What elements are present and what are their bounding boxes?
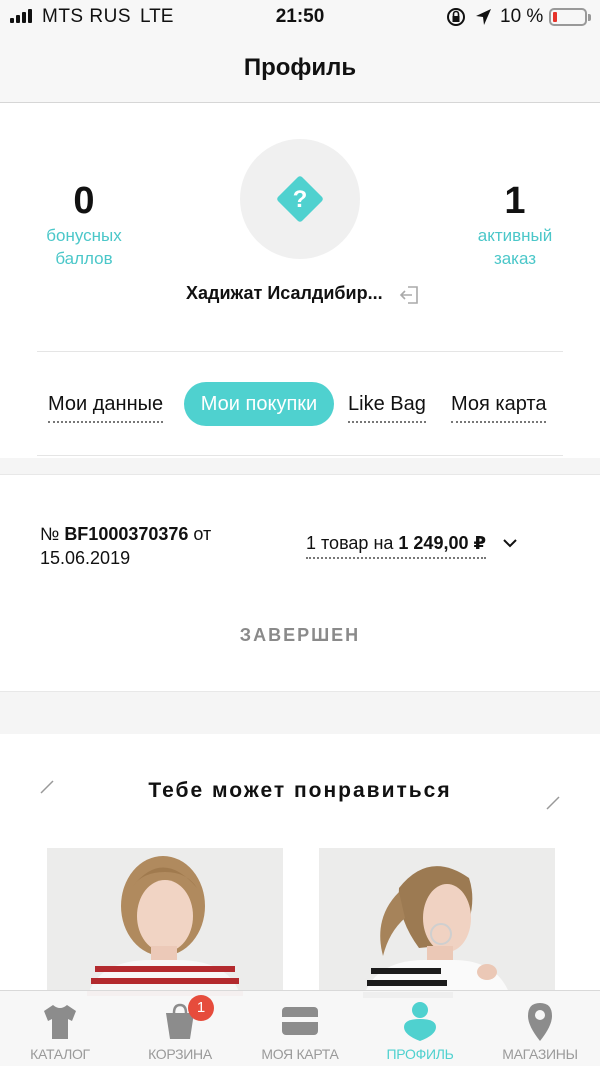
decorative-slash-icon xyxy=(546,796,560,810)
product-image xyxy=(319,848,555,998)
tab-my-card[interactable]: МОЯ КАРТА xyxy=(240,991,360,1066)
divider xyxy=(37,455,563,456)
profile-section: 0 бонусных баллов ? 1 активный заказ Хад… xyxy=(0,103,600,458)
tab-label: КОРЗИНА xyxy=(120,1046,240,1062)
card-icon xyxy=(280,999,320,1043)
avatar[interactable]: ? xyxy=(240,139,360,259)
bottom-tab-bar: КАТАЛОГ 1 КОРЗИНА МОЯ КАРТА ПРОФИЛЬ МАГА… xyxy=(0,990,600,1066)
chevron-down-icon[interactable] xyxy=(502,537,518,549)
order-number: № BF1000370376 от 15.06.2019 xyxy=(40,522,270,570)
tab-like-bag[interactable]: Like Bag xyxy=(348,382,426,426)
bonus-points[interactable]: 0 бонусных баллов xyxy=(24,181,144,270)
profile-tabs: Мои данные Мои покупки Like Bag Моя карт… xyxy=(0,382,600,426)
shirt-icon xyxy=(40,999,80,1043)
question-diamond-icon: ? xyxy=(272,171,328,227)
logout-icon[interactable] xyxy=(398,284,420,306)
tab-label: ПРОФИЛЬ xyxy=(360,1046,480,1062)
rotation-lock-icon xyxy=(446,7,466,27)
bonus-label: бонусных баллов xyxy=(24,224,144,270)
tab-catalog[interactable]: КАТАЛОГ xyxy=(0,991,120,1066)
tab-my-purchases[interactable]: Мои покупки xyxy=(184,382,334,426)
product-image xyxy=(47,848,283,998)
order-summary[interactable]: 1 товар на 1 249,00 ₽ xyxy=(306,533,486,559)
tab-my-data[interactable]: Мои данные xyxy=(48,382,163,426)
battery-icon xyxy=(549,8,587,26)
order-date: 15.06.2019 xyxy=(40,548,130,568)
tab-profile[interactable]: ПРОФИЛЬ xyxy=(360,991,480,1066)
active-orders[interactable]: 1 активный заказ xyxy=(455,181,575,270)
location-arrow-icon xyxy=(474,7,492,27)
tab-label: КАТАЛОГ xyxy=(0,1046,120,1062)
order-card: № BF1000370376 от 15.06.2019 1 товар на … xyxy=(0,474,600,692)
tab-my-card[interactable]: Моя карта xyxy=(451,382,546,426)
active-orders-count: 1 xyxy=(455,181,575,221)
navigation-bar: Профиль xyxy=(0,34,600,103)
recommendations-title: Тебе может понравиться xyxy=(0,779,600,803)
product-card[interactable] xyxy=(47,848,283,998)
divider xyxy=(37,351,563,352)
location-pin-icon xyxy=(520,999,560,1043)
bonus-count: 0 xyxy=(24,181,144,221)
tab-label: МОЯ КАРТА xyxy=(240,1046,360,1062)
product-card[interactable] xyxy=(319,848,555,998)
user-name: Хадижат Исалдибир... xyxy=(186,283,383,304)
cart-badge: 1 xyxy=(188,995,214,1021)
tab-stores[interactable]: МАГАЗИНЫ xyxy=(480,991,600,1066)
person-icon xyxy=(400,999,440,1043)
page-title: Профиль xyxy=(0,34,600,102)
tab-cart[interactable]: 1 КОРЗИНА xyxy=(120,991,240,1066)
svg-text:?: ? xyxy=(293,186,308,213)
recommendations-section: Тебе может понравиться xyxy=(0,734,600,994)
tab-label: МАГАЗИНЫ xyxy=(480,1046,600,1062)
active-orders-label: активный заказ xyxy=(455,224,575,270)
order-status: ЗАВЕРШЕН xyxy=(0,625,600,646)
battery-percent: 10 % xyxy=(500,6,543,28)
status-bar: MTS RUS LTE 21:50 10 % xyxy=(0,0,600,34)
